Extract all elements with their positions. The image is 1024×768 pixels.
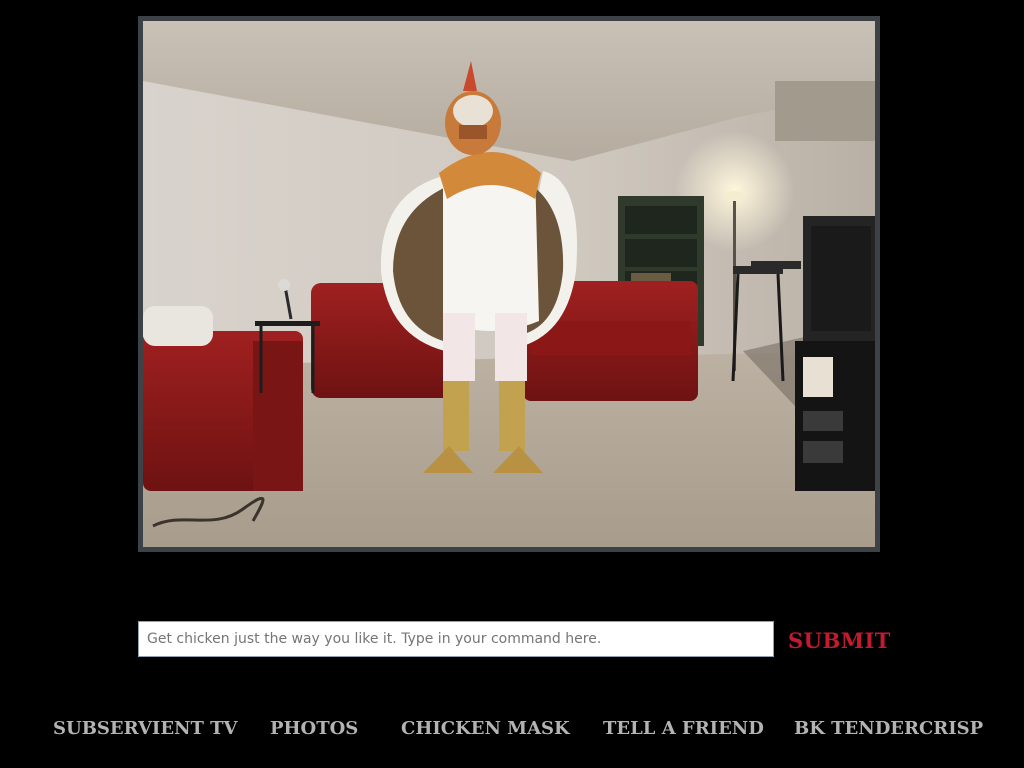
chicken-scene-image (143, 21, 875, 547)
video-player[interactable] (143, 21, 875, 547)
nav-subservient-tv[interactable]: SUBSERVIENT TV (53, 718, 238, 739)
video-frame (138, 16, 880, 552)
nav-photos[interactable]: PHOTOS (270, 718, 358, 739)
submit-button[interactable]: SUBMIT (788, 627, 891, 653)
nav-chicken-mask[interactable]: CHICKEN MASK (401, 718, 570, 739)
nav-tell-a-friend[interactable]: TELL A FRIEND (603, 718, 764, 739)
command-input[interactable] (138, 621, 774, 657)
bottom-nav: SUBSERVIENT TV PHOTOS CHICKEN MASK TELL … (0, 718, 1024, 746)
nav-bk-tendercrisp[interactable]: BK TENDERCRISP (794, 718, 983, 739)
